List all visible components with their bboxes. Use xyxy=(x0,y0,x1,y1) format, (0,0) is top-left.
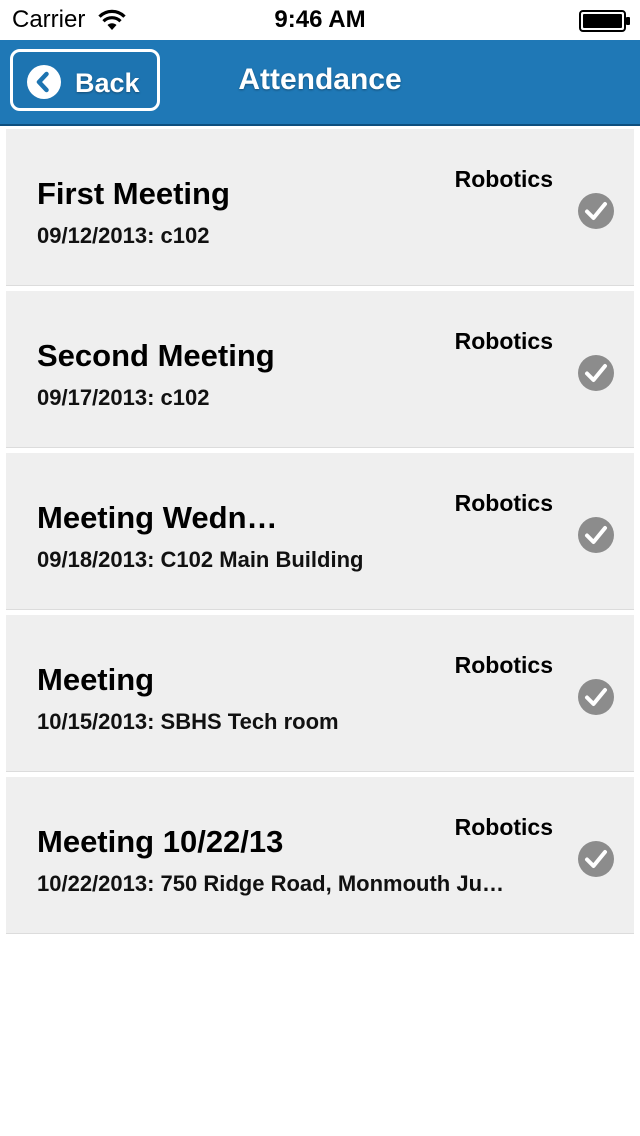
list-item[interactable]: Meeting 10/22/13 10/22/2013: 750 Ridge R… xyxy=(6,777,634,933)
status-time: 9:46 AM xyxy=(274,6,366,33)
meeting-title: Meeting 10/22/13 xyxy=(37,824,284,859)
meeting-date-location: 09/12/2013: c102 xyxy=(37,223,210,248)
battery-icon xyxy=(579,10,630,32)
back-button[interactable]: Back xyxy=(10,49,160,111)
checkmark-circle-icon[interactable] xyxy=(577,192,615,230)
meeting-date-location: 10/22/2013: 750 Ridge Road, Monmouth Ju… xyxy=(37,871,505,896)
list-item[interactable]: First Meeting 09/12/2013: c102 Robotics xyxy=(6,129,634,285)
meeting-group: Robotics xyxy=(454,328,553,354)
meeting-date-location: 09/18/2013: C102 Main Building xyxy=(37,547,364,572)
meeting-group: Robotics xyxy=(454,490,553,516)
navigation-bar: Back Attendance xyxy=(0,40,640,126)
meeting-title: First Meeting xyxy=(37,176,230,211)
meeting-list: First Meeting 09/12/2013: c102 Robotics … xyxy=(6,129,634,939)
meeting-date-location: 09/17/2013: c102 xyxy=(37,385,210,410)
checkmark-circle-icon[interactable] xyxy=(577,678,615,716)
meeting-group: Robotics xyxy=(454,814,553,840)
meeting-group: Robotics xyxy=(454,652,553,678)
meeting-group: Robotics xyxy=(454,166,553,192)
meeting-title: Meeting xyxy=(37,662,155,697)
list-item[interactable]: Meeting Wedn… 09/18/2013: C102 Main Buil… xyxy=(6,453,634,609)
list-item[interactable]: Meeting 10/15/2013: SBHS Tech room Robot… xyxy=(6,615,634,771)
list-item[interactable]: Second Meeting 09/17/2013: c102 Robotics xyxy=(6,291,634,447)
chevron-left-icon xyxy=(27,65,61,99)
checkmark-circle-icon[interactable] xyxy=(577,840,615,878)
checkmark-circle-icon[interactable] xyxy=(577,516,615,554)
meeting-date-location: 10/15/2013: SBHS Tech room xyxy=(37,709,339,734)
status-bar: Carrier 9:46 AM xyxy=(0,0,640,40)
meeting-title: Second Meeting xyxy=(37,338,275,373)
page-title: Attendance xyxy=(238,63,402,96)
back-label: Back xyxy=(75,68,140,98)
meeting-title: Meeting Wedn… xyxy=(37,500,278,535)
checkmark-circle-icon[interactable] xyxy=(577,354,615,392)
